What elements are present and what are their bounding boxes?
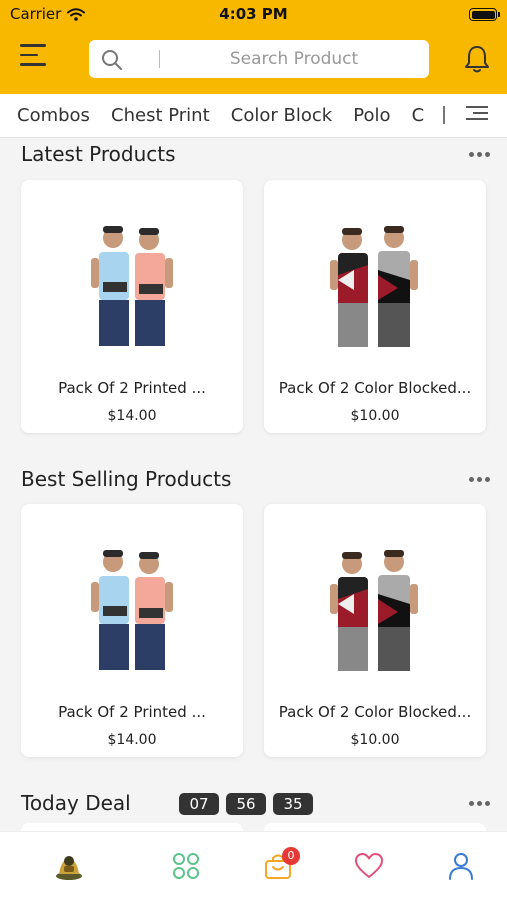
section-title-latest: Latest Products xyxy=(21,142,176,166)
category-combos[interactable]: Combos xyxy=(17,105,90,126)
deal-timer-minutes: 56 xyxy=(226,793,266,815)
user-icon[interactable] xyxy=(445,850,477,882)
categories-icon[interactable] xyxy=(170,850,202,882)
product-price: $10.00 xyxy=(350,732,400,748)
category-list: Combos Chest Print Color Block Polo C xyxy=(17,105,437,129)
category-chest-print[interactable]: Chest Print xyxy=(111,105,210,126)
product-card[interactable]: Pack Of 2 Color Blocked... $10.00 xyxy=(264,180,486,433)
product-card[interactable]: Pack Of 2 Printed ... $14.00 xyxy=(21,180,243,433)
search-icon xyxy=(102,50,122,70)
product-image xyxy=(330,550,418,671)
category-separator xyxy=(443,106,445,124)
search-bar[interactable] xyxy=(89,40,429,78)
product-image xyxy=(330,226,418,347)
heart-icon[interactable] xyxy=(353,850,385,882)
battery-icon xyxy=(469,8,500,21)
more-icon[interactable] xyxy=(469,152,493,162)
section-title-best-selling: Best Selling Products xyxy=(21,467,232,491)
category-bar: Combos Chest Print Color Block Polo C xyxy=(0,94,507,138)
app-header: Carrier 4:03 PM xyxy=(0,0,507,94)
product-image xyxy=(91,550,173,670)
filter-icon[interactable] xyxy=(466,106,488,124)
bell-icon[interactable] xyxy=(464,44,490,74)
category-partial[interactable]: C xyxy=(412,105,425,126)
section-title-today-deal: Today Deal xyxy=(21,791,131,815)
home-logo-icon[interactable] xyxy=(53,850,85,882)
product-image xyxy=(91,226,173,346)
product-price: $14.00 xyxy=(107,732,157,748)
menu-icon[interactable] xyxy=(20,44,50,72)
cart-badge: 0 xyxy=(282,847,300,865)
search-input[interactable] xyxy=(179,46,409,72)
product-name: Pack Of 2 Printed ... xyxy=(58,703,206,721)
product-name: Pack Of 2 Printed ... xyxy=(58,379,206,397)
category-color-block[interactable]: Color Block xyxy=(231,105,332,126)
search-divider xyxy=(159,50,160,68)
product-name: Pack Of 2 Color Blocked... xyxy=(278,703,472,721)
product-card[interactable]: Pack Of 2 Color Blocked... $10.00 xyxy=(264,504,486,757)
status-bar: Carrier 4:03 PM xyxy=(0,0,507,28)
status-time: 4:03 PM xyxy=(219,5,288,23)
deal-timer-hours: 07 xyxy=(179,793,219,815)
product-price: $10.00 xyxy=(350,408,400,424)
product-price: $14.00 xyxy=(107,408,157,424)
more-icon[interactable] xyxy=(469,801,493,811)
product-card[interactable]: Pack Of 2 Printed ... $14.00 xyxy=(21,504,243,757)
product-name: Pack Of 2 Color Blocked... xyxy=(278,379,472,397)
deal-timer-seconds: 35 xyxy=(273,793,313,815)
bottom-tab-bar xyxy=(0,831,507,900)
category-polo[interactable]: Polo xyxy=(353,105,390,126)
more-icon[interactable] xyxy=(469,477,493,487)
